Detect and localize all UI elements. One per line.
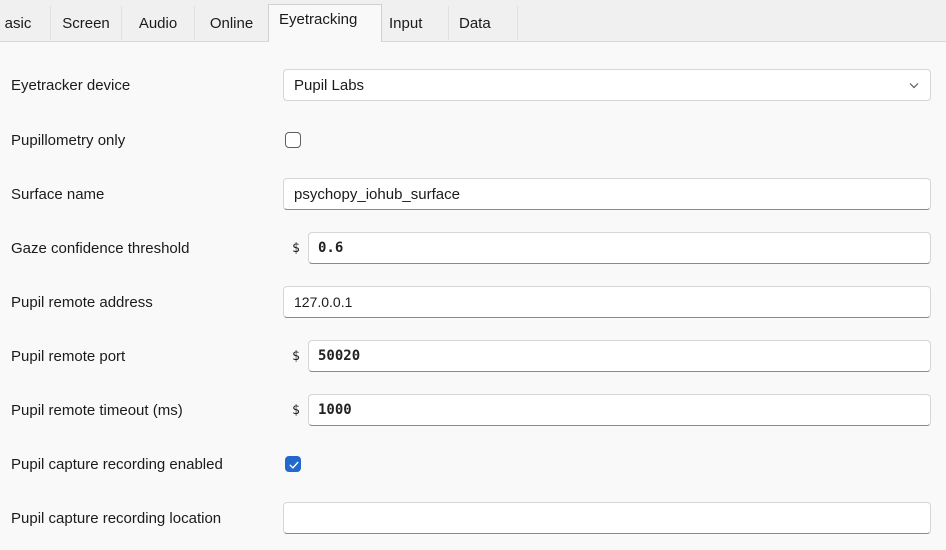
tab-input-label: Input — [389, 14, 423, 32]
row-pupil-remote-address: Pupil remote address 127.0.0.1 — [0, 282, 946, 322]
surface-name-label: Surface name — [11, 185, 105, 203]
gaze-confidence-threshold-label: Gaze confidence threshold — [11, 239, 190, 257]
row-eyetracker-device: Eyetracker device Pupil Labs — [0, 65, 946, 105]
tab-input[interactable]: Input — [382, 6, 449, 40]
row-pupil-remote-port: Pupil remote port $ 50020 — [0, 336, 946, 376]
tab-data[interactable]: Data — [449, 6, 518, 40]
settings-window: asic Screen Audio Online Eyetracking Inp… — [0, 0, 946, 550]
tab-eyetracking-label: Eyetracking — [279, 11, 358, 28]
surface-name-input[interactable]: psychopy_iohub_surface — [283, 178, 931, 210]
tab-screen-label: Screen — [62, 14, 110, 32]
pupil-remote-address-input[interactable]: 127.0.0.1 — [283, 286, 931, 318]
tab-bar: asic Screen Audio Online Eyetracking Inp… — [0, 0, 946, 42]
checkmark-icon — [289, 461, 299, 469]
tab-screen[interactable]: Screen — [51, 6, 122, 40]
pupil-remote-timeout-label: Pupil remote timeout (ms) — [11, 401, 183, 419]
pupil-remote-port-input[interactable]: 50020 — [308, 340, 931, 372]
tab-online[interactable]: Online — [195, 6, 269, 40]
pupil-remote-address-label: Pupil remote address — [11, 293, 153, 311]
chevron-down-icon[interactable] — [908, 79, 920, 91]
pupil-capture-recording-location-input[interactable] — [283, 502, 931, 534]
tab-basic[interactable]: asic — [0, 6, 51, 40]
eyetracker-device-value: Pupil Labs — [294, 76, 365, 94]
tab-data-label: Data — [459, 14, 491, 32]
pupil-remote-timeout-input[interactable]: 1000 — [308, 394, 931, 426]
row-pupil-capture-recording-location: Pupil capture recording location — [0, 498, 946, 538]
tab-audio[interactable]: Audio — [122, 6, 195, 40]
row-pupil-capture-recording-enabled: Pupil capture recording enabled — [0, 444, 946, 484]
surface-name-value: psychopy_iohub_surface — [294, 185, 460, 203]
pupil-remote-timeout-value: 1000 — [318, 402, 352, 418]
gaze-confidence-code-prefix[interactable]: $ — [292, 228, 300, 268]
pupil-remote-port-code-prefix[interactable]: $ — [292, 336, 300, 376]
eyetracker-device-label: Eyetracker device — [11, 76, 131, 94]
row-surface-name: Surface name psychopy_iohub_surface — [0, 174, 946, 214]
pupil-remote-port-value: 50020 — [318, 348, 361, 364]
tab-audio-label: Audio — [138, 14, 178, 32]
tab-eyetracking[interactable]: Eyetracking — [268, 4, 382, 42]
row-pupil-remote-timeout: Pupil remote timeout (ms) $ 1000 — [0, 390, 946, 430]
tab-online-label: Online — [209, 14, 254, 32]
pupil-remote-port-label: Pupil remote port — [11, 347, 126, 365]
pupillometry-only-checkbox[interactable] — [285, 132, 301, 148]
gaze-confidence-threshold-input[interactable]: 0.6 — [308, 232, 931, 264]
pupil-capture-recording-enabled-label: Pupil capture recording enabled — [11, 455, 223, 473]
pupillometry-only-label: Pupillometry only — [11, 131, 126, 149]
gaze-confidence-threshold-value: 0.6 — [318, 240, 344, 256]
pupil-capture-recording-enabled-checkbox[interactable] — [285, 456, 301, 472]
row-pupillometry-only: Pupillometry only — [0, 120, 946, 160]
pupil-capture-recording-location-label: Pupil capture recording location — [11, 509, 222, 527]
eyetracker-device-select[interactable]: Pupil Labs — [283, 69, 931, 101]
pupil-remote-address-value: 127.0.0.1 — [294, 294, 353, 310]
tab-basic-label: asic — [4, 14, 32, 32]
pupil-remote-timeout-code-prefix[interactable]: $ — [292, 390, 300, 430]
row-gaze-confidence-threshold: Gaze confidence threshold $ 0.6 — [0, 228, 946, 268]
